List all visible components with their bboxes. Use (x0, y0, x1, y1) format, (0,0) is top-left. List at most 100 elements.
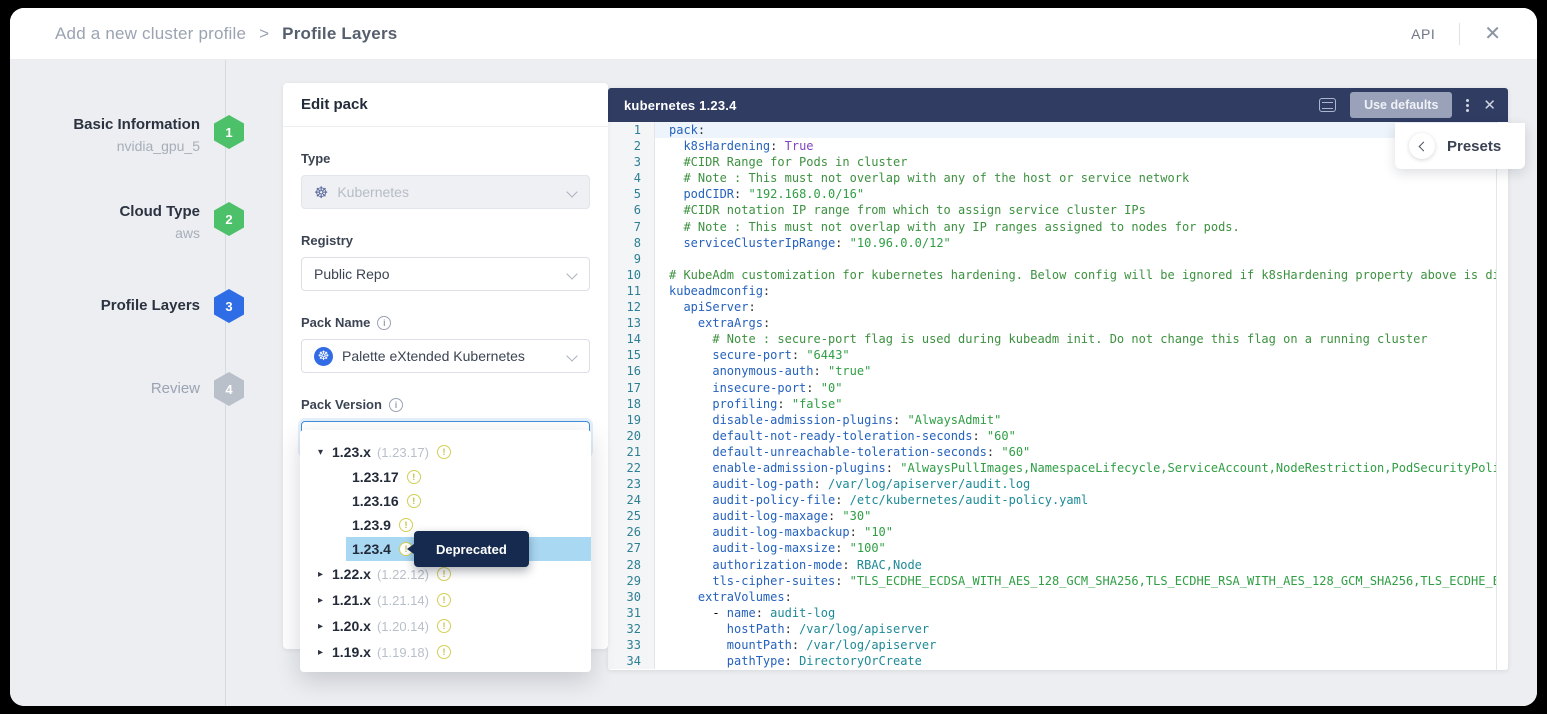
code-line[interactable]: 31 - name: audit-log (608, 605, 1508, 621)
code-line[interactable]: 11kubeadmconfig: (608, 283, 1508, 299)
info-icon[interactable]: i (389, 398, 403, 412)
step-number-hexagon[interactable]: 3 (214, 289, 244, 323)
code-text: default-unreachable-toleration-seconds: … (654, 444, 1508, 460)
code-line[interactable]: 16 anonymous-auth: "true" (608, 363, 1508, 379)
version-option-1.23.4[interactable]: 1.23.4!Deprecated (346, 537, 591, 561)
version-group-1.20.x[interactable]: ▸1.20.x(1.20.14)! (300, 613, 591, 639)
caret-down-icon[interactable]: ▾ (318, 447, 332, 458)
code-line[interactable]: 24 audit-policy-file: /etc/kubernetes/au… (608, 492, 1508, 508)
code-line[interactable]: 26 audit-log-maxbackup: "10" (608, 524, 1508, 540)
code-line[interactable]: 18 profiling: "false" (608, 396, 1508, 412)
code-line[interactable]: 17 insecure-port: "0" (608, 380, 1508, 396)
code-text: audit-log-maxbackup: "10" (654, 524, 1508, 540)
code-line[interactable]: 13 extraArgs: (608, 315, 1508, 331)
line-number: 11 (608, 283, 654, 299)
registry-field: Registry Public Repo (301, 233, 590, 291)
code-line[interactable]: 5 podCIDR: "192.168.0.0/16" (608, 186, 1508, 202)
code-line[interactable]: 10# KubeAdm customization for kubernetes… (608, 267, 1508, 283)
version-group-label: 1.23.x (332, 444, 371, 460)
stepper-item-cloud-type[interactable]: Cloud Typeaws2 (30, 202, 244, 241)
step-label: Cloud Type (30, 202, 200, 222)
code-line[interactable]: 32 hostPath: /var/log/apiserver (608, 621, 1508, 637)
registry-select[interactable]: Public Repo (301, 257, 590, 291)
stepper-item-review[interactable]: Review4 (30, 372, 244, 406)
line-number: 6 (608, 202, 654, 218)
stepper-item-basic-information[interactable]: Basic Informationnvidia_gpu_5 1 (30, 115, 244, 154)
code-line[interactable]: 9 (608, 251, 1508, 267)
version-option-label: 1.23.4 (352, 541, 391, 557)
line-number: 29 (608, 573, 654, 589)
step-number-hexagon[interactable]: 1 (214, 115, 244, 149)
code-line[interactable]: 34 pathType: DirectoryOrCreate (608, 653, 1508, 669)
code-line[interactable]: 6 #CIDR notation IP range from which to … (608, 202, 1508, 218)
breadcrumb-current: Profile Layers (282, 24, 397, 43)
version-group-1.21.x[interactable]: ▸1.21.x(1.21.14)! (300, 587, 591, 613)
content-area: Basic Informationnvidia_gpu_5 1 Cloud Type… (10, 60, 1537, 706)
pack-name-label: Pack Name i (301, 315, 590, 330)
presets-rail (1496, 122, 1508, 670)
editor-close-icon[interactable]: ✕ (1483, 96, 1496, 114)
warning-icon: ! (437, 567, 451, 581)
code-line[interactable]: 28 authorization-mode: RBAC,Node (608, 557, 1508, 573)
chevron-down-icon (566, 268, 577, 279)
code-line[interactable]: 2 k8sHardening: True (608, 138, 1508, 154)
info-icon[interactable]: i (377, 316, 391, 330)
version-option-1.23.17[interactable]: 1.23.17! (300, 465, 591, 489)
code-line[interactable]: 7 # Note : This must not overlap with an… (608, 219, 1508, 235)
line-number: 4 (608, 170, 654, 186)
caret-right-icon[interactable]: ▸ (318, 569, 332, 580)
close-icon[interactable]: ✕ (1484, 24, 1501, 44)
diff-view-icon[interactable] (1319, 98, 1336, 112)
code-line[interactable]: 20 default-not-ready-toleration-seconds:… (608, 428, 1508, 444)
stepper-item-profile-layers[interactable]: Profile Layers3 (30, 289, 244, 323)
breadcrumb: Add a new cluster profile > Profile Laye… (55, 24, 397, 44)
step-number-hexagon[interactable]: 4 (214, 372, 244, 406)
version-option-1.23.16[interactable]: 1.23.16! (300, 489, 591, 513)
code-line[interactable]: 1pack: (608, 122, 1508, 138)
code-editor[interactable]: 1pack:2 k8sHardening: True3 #CIDR Range … (608, 122, 1508, 670)
code-line[interactable]: 15 secure-port: "6443" (608, 347, 1508, 363)
version-group-1.19.x[interactable]: ▸1.19.x(1.19.18)! (300, 639, 591, 665)
code-text: enable-admission-plugins: "AlwaysPullIma… (654, 460, 1508, 476)
code-text: k8sHardening: True (654, 138, 1508, 154)
version-group-1.23.x[interactable]: ▾1.23.x(1.23.17)! (300, 439, 591, 465)
code-line[interactable]: 12 apiServer: (608, 299, 1508, 315)
code-line[interactable]: 21 default-unreachable-toleration-second… (608, 444, 1508, 460)
version-group-label: 1.19.x (332, 644, 371, 660)
type-value: Kubernetes (337, 184, 409, 200)
step-text: Basic Informationnvidia_gpu_5 (30, 115, 200, 154)
line-number: 16 (608, 363, 654, 379)
step-number-hexagon[interactable]: 2 (214, 202, 244, 236)
caret-right-icon[interactable]: ▸ (318, 595, 332, 606)
chevron-left-icon[interactable] (1409, 133, 1435, 159)
topbar: Add a new cluster profile > Profile Laye… (10, 8, 1537, 60)
api-link[interactable]: API (1411, 26, 1435, 42)
code-line[interactable]: 19 disable-admission-plugins: "AlwaysAdm… (608, 412, 1508, 428)
breadcrumb-root[interactable]: Add a new cluster profile (55, 24, 246, 43)
pack-name-label-text: Pack Name (301, 315, 370, 330)
caret-right-icon[interactable]: ▸ (318, 621, 332, 632)
version-option-label: 1.23.16 (352, 493, 399, 509)
line-number: 2 (608, 138, 654, 154)
code-line[interactable]: 29 tls-cipher-suites: "TLS_ECDHE_ECDSA_W… (608, 573, 1508, 589)
kebab-menu-icon[interactable] (1466, 99, 1469, 112)
line-number: 3 (608, 154, 654, 170)
use-defaults-button[interactable]: Use defaults (1350, 92, 1452, 118)
code-line[interactable]: 27 audit-log-maxsize: "100" (608, 540, 1508, 556)
warning-icon: ! (437, 445, 451, 459)
code-text: audit-policy-file: /etc/kubernetes/audit… (654, 492, 1508, 508)
code-line[interactable]: 25 audit-log-maxage: "30" (608, 508, 1508, 524)
code-line[interactable]: 8 serviceClusterIpRange: "10.96.0.0/12" (608, 235, 1508, 251)
code-line[interactable]: 30 extraVolumes: (608, 589, 1508, 605)
line-number: 23 (608, 476, 654, 492)
line-number: 34 (608, 653, 654, 669)
caret-right-icon[interactable]: ▸ (318, 647, 332, 658)
code-line[interactable]: 22 enable-admission-plugins: "AlwaysPull… (608, 460, 1508, 476)
code-line[interactable]: 4 # Note : This must not overlap with an… (608, 170, 1508, 186)
code-line[interactable]: 23 audit-log-path: /var/log/apiserver/au… (608, 476, 1508, 492)
pack-name-select[interactable]: ☸ Palette eXtended Kubernetes (301, 339, 590, 373)
line-number: 9 (608, 251, 654, 267)
code-line[interactable]: 3 #CIDR Range for Pods in cluster (608, 154, 1508, 170)
code-line[interactable]: 33 mountPath: /var/log/apiserver (608, 637, 1508, 653)
code-line[interactable]: 14 # Note : secure-port flag is used dur… (608, 331, 1508, 347)
